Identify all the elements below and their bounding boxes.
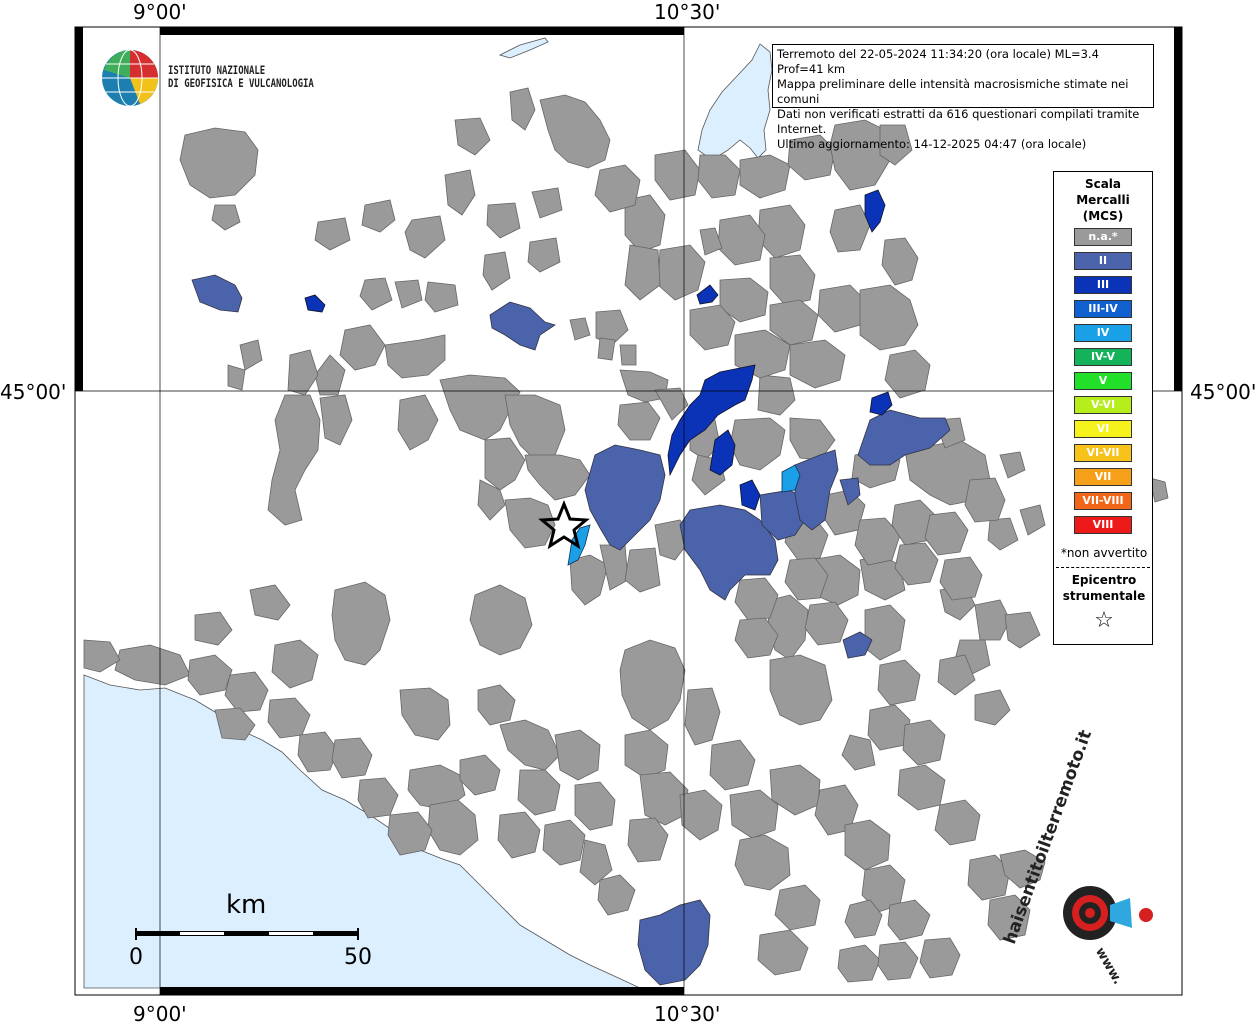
legend-item: IV-V xyxy=(1074,348,1132,366)
coord-left-lat: 45°00' xyxy=(0,380,67,404)
legend-separator xyxy=(1056,567,1150,568)
coord-top-left: 9°00' xyxy=(133,0,187,24)
legend-item: II xyxy=(1074,252,1132,270)
scale-max: 50 xyxy=(344,945,372,970)
epicenter-legend-title: Epicentro strumentale xyxy=(1054,572,1154,604)
coord-bottom-left: 9°00' xyxy=(133,1002,187,1026)
legend-item: VI xyxy=(1074,420,1132,438)
legend-note: *non avvertito xyxy=(1060,546,1148,560)
legend-title-line1: Scala xyxy=(1084,177,1122,191)
legend-item: III xyxy=(1074,276,1132,294)
legend-item: VII-VIII xyxy=(1074,492,1132,510)
legend-item: V-VI xyxy=(1074,396,1132,414)
info-line1: Terremoto del 22-05-2024 11:34:20 (ora l… xyxy=(777,47,1099,76)
watermark: haisentitoilterremoto.it www. xyxy=(1000,727,1160,987)
scale-min: 0 xyxy=(129,945,143,970)
ingv-logo-text: ISTITUTO NAZIONALE DI GEOFISICA E VULCAN… xyxy=(168,64,314,90)
event-info-box: Terremoto del 22-05-2024 11:34:20 (ora l… xyxy=(772,44,1154,151)
epicenter-legend-line2: strumentale xyxy=(1062,589,1146,603)
ingv-globe-icon xyxy=(102,49,158,107)
mcs-legend: Scala Mercalli (MCS) n.a.* II III III-IV IV I… xyxy=(1053,171,1153,645)
legend-title: Scala Mercalli (MCS) xyxy=(1054,176,1152,224)
coord-right-lat: 45°00' xyxy=(1190,380,1255,404)
info-line3: Dati non verificati estratti da 616 ques… xyxy=(777,107,1140,136)
legend-title-line3: (MCS) xyxy=(1082,209,1124,223)
info-line4: Ultimo aggiornamento: 14-12-2025 04:47 (… xyxy=(777,137,1087,151)
ingv-line2: DI GEOFISICA E VULCANOLOGIA xyxy=(168,76,314,90)
legend-item: III-IV xyxy=(1074,300,1132,318)
legend-item: VII xyxy=(1074,468,1132,486)
epicenter-legend-star-icon: ☆ xyxy=(1094,608,1114,633)
info-line2: Mappa preliminare delle intensità macros… xyxy=(777,77,1129,106)
legend-item: n.a.* xyxy=(1074,228,1132,246)
epicenter-legend-line1: Epicentro xyxy=(1071,573,1137,587)
legend-item: V xyxy=(1074,372,1132,390)
legend-item: VIII xyxy=(1074,516,1132,534)
legend-item: VI-VII xyxy=(1074,444,1132,462)
legend-item: IV xyxy=(1074,324,1132,342)
coord-bottom-right: 10°30' xyxy=(654,1002,721,1026)
coord-top-right: 10°30' xyxy=(654,0,721,24)
legend-title-line2: Mercalli xyxy=(1076,193,1130,207)
scale-unit: km xyxy=(226,890,267,920)
